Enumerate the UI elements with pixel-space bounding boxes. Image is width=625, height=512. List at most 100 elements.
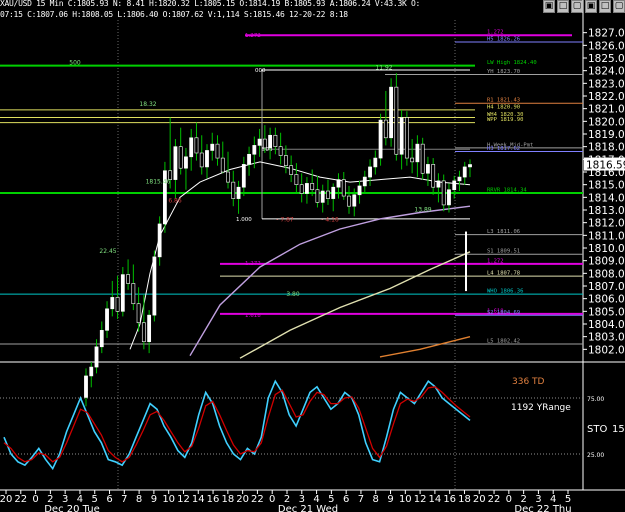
price-annotation: 22.45 [99, 248, 116, 255]
candle-body [120, 274, 125, 312]
candle-body [215, 143, 220, 159]
y-tick-label: 1821.00 [588, 104, 625, 116]
x-date-label: Dec 21 Wed [278, 504, 338, 512]
pivot-level-label: L3 1811.06 [487, 229, 520, 235]
candle-body [241, 164, 246, 188]
fib-label: 1.272 [245, 261, 261, 267]
candle-body [310, 183, 315, 191]
candle-body [268, 134, 273, 149]
candle-body [94, 346, 99, 368]
price-annotation: 1815.46 [146, 178, 171, 185]
candle-body [115, 297, 120, 312]
candle-body [199, 152, 204, 168]
y-tick-label: 1808.00 [588, 268, 625, 280]
candle-body [341, 179, 346, 197]
x-tick-label: 7 [121, 494, 127, 505]
pivot-level-label: L5 1802.42 [487, 339, 520, 345]
x-tick-label: 14 [429, 494, 442, 505]
candle-body [299, 184, 304, 194]
indicator-label-td: 336 TD [512, 377, 545, 387]
candle-body [431, 164, 436, 188]
candle-body [257, 138, 262, 146]
x-date-label: Dec 22 Thu [514, 504, 571, 512]
candle-body [152, 256, 157, 316]
candle-body [173, 146, 178, 180]
price-annotation: - 4.16 [321, 216, 339, 223]
pivot-level-label: 1.272 [487, 258, 504, 264]
candle-body [426, 164, 430, 174]
fib-label: 1.000 [236, 217, 252, 223]
candle-body [289, 165, 294, 175]
y-tick-label: 1803.00 [588, 332, 625, 344]
x-tick-label: 9 [387, 494, 393, 505]
fib-label: 1.272 [245, 33, 261, 39]
x-tick-label: 8 [136, 494, 142, 505]
candle-body [273, 134, 278, 147]
candle-body [373, 157, 378, 168]
pivot-level-label: H4 1820.90 [487, 104, 520, 110]
candle-body [278, 146, 283, 156]
x-tick-label: 12 [414, 494, 427, 505]
stoch-level-label: 25.00 [587, 452, 604, 459]
y-tick-label: 1804.00 [588, 319, 625, 331]
candle-body [226, 171, 230, 183]
candle-body [415, 143, 420, 163]
y-tick-label: 1826.00 [588, 40, 625, 52]
price-chart[interactable]: 1.272H5 1826.26LW High 1824.40YH 1823.70… [0, 0, 625, 512]
price-annotation: 13.89 [414, 206, 431, 213]
pivot-level-label: 1.272 [487, 30, 504, 36]
last-price-label: 1816.59 [586, 160, 625, 172]
fib-label: 1.618 [245, 313, 261, 319]
candle-body [220, 157, 225, 173]
x-tick-label: 0 [506, 494, 512, 505]
candle-body [231, 181, 236, 199]
fib-label: 000 [255, 68, 266, 74]
candle-body [447, 189, 451, 206]
y-tick-label: 1822.00 [588, 91, 625, 103]
y-tick-label: 1812.00 [588, 218, 625, 230]
x-tick-label: 0 [269, 494, 275, 505]
candle-body [136, 303, 141, 324]
price-annotation: 18.32 [139, 101, 156, 108]
y-tick-label: 1827.00 [588, 28, 625, 40]
pivot-level-label: YH 1823.70 [487, 69, 520, 75]
price-annotation: - 7.87 [276, 216, 294, 223]
candle-body [141, 322, 146, 343]
moving-average-cream [239, 251, 471, 359]
candle-body [394, 86, 399, 155]
price-annotation: 6.86 [168, 197, 182, 204]
candle-body [89, 366, 94, 377]
x-tick-label: 22 [251, 494, 264, 505]
x-tick-label: 7 [358, 494, 364, 505]
candle-body [99, 330, 104, 348]
candle-body [283, 155, 288, 166]
candle-body [336, 179, 341, 188]
candle-body [236, 186, 241, 199]
x-tick-label: 8 [373, 494, 379, 505]
y-tick-label: 1820.00 [588, 116, 625, 128]
pivot-level-label: S1 1809.51 [487, 249, 520, 255]
candle-body [320, 190, 325, 203]
candle-body [326, 190, 330, 199]
candle-body [347, 195, 351, 207]
y-tick-label: 1802.00 [588, 344, 625, 356]
candle-body [178, 146, 183, 169]
x-tick-label: 22 [488, 494, 501, 505]
price-annotation: 11.92 [375, 64, 392, 71]
candle-body [247, 153, 251, 165]
candle-body [210, 143, 215, 151]
y-tick-label: 1824.00 [588, 66, 625, 78]
candle-body [378, 119, 383, 159]
candle-body [362, 176, 367, 187]
candle-body [252, 145, 257, 155]
pivot-level-label: R1 1821.43 [487, 98, 520, 104]
y-tick-label: 1806.00 [588, 294, 625, 306]
x-tick-label: 10 [162, 494, 175, 505]
candle-body [368, 166, 372, 178]
x-tick-label: 20 [0, 494, 12, 505]
indicator-label-sto: STO [587, 424, 607, 435]
x-tick-label: 14 [192, 494, 205, 505]
candle-body [468, 164, 472, 168]
candle-body [399, 117, 404, 155]
indicator-value-sto: 15, [612, 424, 625, 435]
